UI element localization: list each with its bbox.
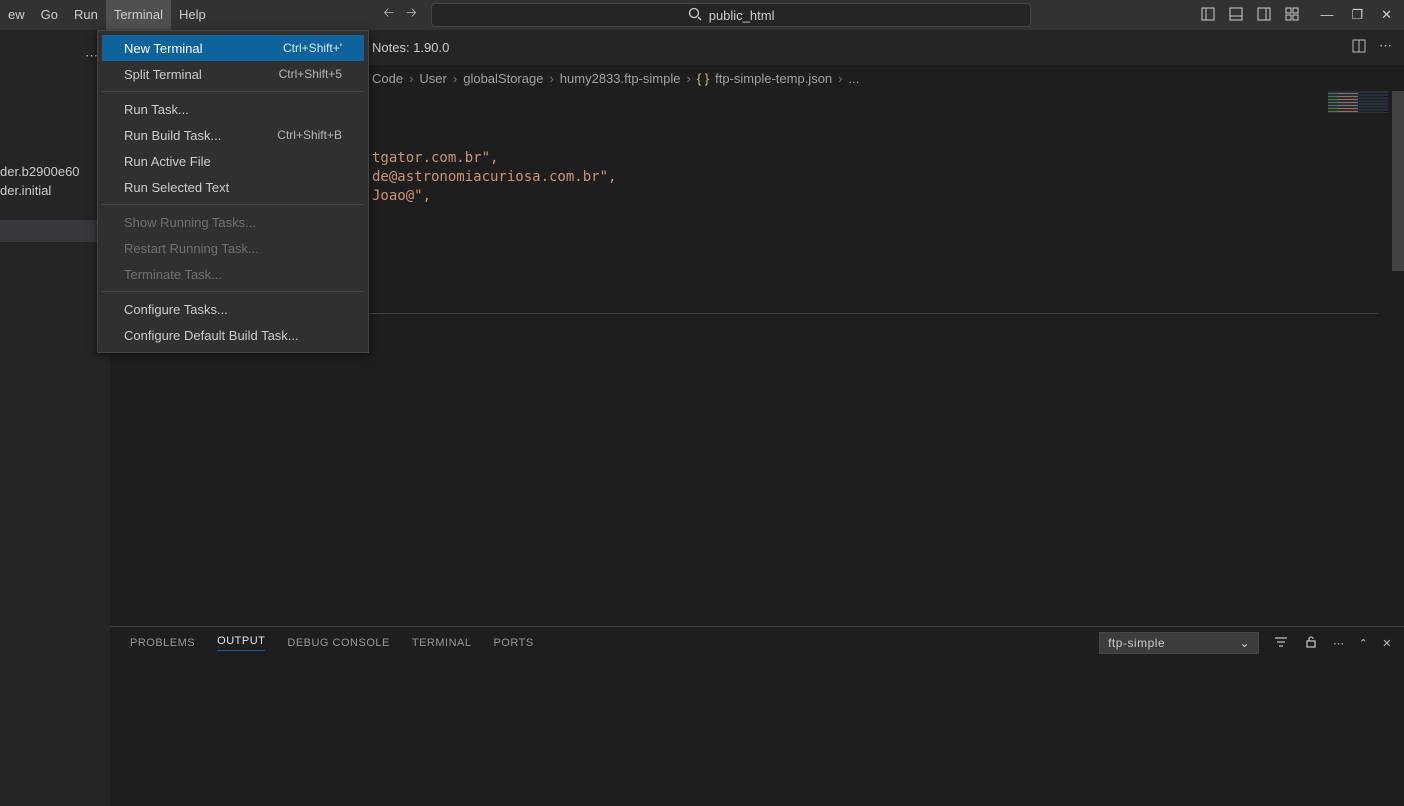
filter-icon[interactable] xyxy=(1273,634,1289,653)
sidebar-item[interactable]: der.b2900e60 xyxy=(0,162,110,181)
breadcrumb-segment[interactable]: ftp-simple-temp.json xyxy=(715,71,832,86)
search-text: public_html xyxy=(709,8,775,23)
menu-item-label: Show Running Tasks... xyxy=(124,215,256,230)
panel-tab-output[interactable]: OUTPUT xyxy=(217,635,265,651)
sidebar-item[interactable]: der.initial xyxy=(0,181,110,200)
menu-go[interactable]: Go xyxy=(33,0,66,30)
menu-item-label: New Terminal xyxy=(124,41,203,56)
breadcrumb-separator: › xyxy=(838,71,842,86)
minimap[interactable] xyxy=(1328,91,1388,113)
code-line: de@astronomiacuriosa.com.br", xyxy=(372,168,616,187)
menu-item-show-running-tasks: Show Running Tasks... xyxy=(102,209,364,235)
code-line: Joao@", xyxy=(372,187,616,206)
panel-tab-debug-console[interactable]: DEBUG CONSOLE xyxy=(287,637,389,649)
chevron-down-icon: ⌄ xyxy=(1240,636,1251,650)
close-icon[interactable]: ✕ xyxy=(1381,7,1392,23)
breadcrumb-segment[interactable]: humy2833.ftp-simple xyxy=(560,71,681,86)
menu-item-shortcut: Ctrl+Shift+' xyxy=(283,41,342,55)
menu-item-label: Restart Running Task... xyxy=(124,241,259,256)
breadcrumb-segment[interactable]: Code xyxy=(372,71,403,86)
nav-back-icon[interactable]: 🡠 xyxy=(384,4,395,26)
output-channel-select[interactable]: ftp-simple ⌄ xyxy=(1099,632,1259,654)
menu-item-run-active-file[interactable]: Run Active File xyxy=(102,148,364,174)
terminal-menu-dropdown: New Terminal Ctrl+Shift+' Split Terminal Ct… xyxy=(97,30,369,353)
menu-item-label: Run Build Task... xyxy=(124,128,221,143)
menu-item-configure-tasks[interactable]: Configure Tasks... xyxy=(102,296,364,322)
menu-item-label: Split Terminal xyxy=(124,67,202,82)
panel-close-icon[interactable]: ✕ xyxy=(1382,637,1392,650)
panel-tab-problems[interactable]: PROBLEMS xyxy=(130,637,195,649)
search-box[interactable]: public_html xyxy=(431,3,1031,27)
code-line: tgator.com.br", xyxy=(372,149,616,168)
menu-item-run-task[interactable]: Run Task... xyxy=(102,96,364,122)
breadcrumb-separator: › xyxy=(549,71,553,86)
output-channel-value: ftp-simple xyxy=(1108,636,1165,650)
lock-icon[interactable] xyxy=(1303,634,1319,653)
menu-item-label: Run Task... xyxy=(124,102,189,117)
search-icon xyxy=(687,6,703,25)
breadcrumb-segment[interactable]: ... xyxy=(849,71,860,86)
menu-ew[interactable]: ew xyxy=(0,0,33,30)
menu-help[interactable]: Help xyxy=(171,0,214,30)
menu-item-configure-default-build-task[interactable]: Configure Default Build Task... xyxy=(102,322,364,348)
menu-run[interactable]: Run xyxy=(66,0,106,30)
menu-item-new-terminal[interactable]: New Terminal Ctrl+Shift+' xyxy=(102,35,364,61)
customize-layout-icon[interactable] xyxy=(1284,6,1300,25)
nav-forward-icon[interactable]: 🡢 xyxy=(406,4,417,26)
menu-item-split-terminal[interactable]: Split Terminal Ctrl+Shift+5 xyxy=(102,61,364,87)
menu-terminal[interactable]: Terminal xyxy=(106,0,171,30)
breadcrumb-separator: › xyxy=(409,71,413,86)
menu-separator xyxy=(102,91,364,92)
editor-separator xyxy=(238,313,1378,314)
panel-tab-terminal[interactable]: TERMINAL xyxy=(412,637,472,649)
breadcrumb-segment[interactable]: globalStorage xyxy=(463,71,543,86)
breadcrumb-segment[interactable]: User xyxy=(419,71,446,86)
panel-maximize-icon[interactable]: ⌃ xyxy=(1359,637,1369,650)
minimize-icon[interactable]: ― xyxy=(1320,7,1333,23)
maximize-icon[interactable]: ❐ xyxy=(1351,7,1363,23)
menu-item-label: Run Active File xyxy=(124,154,211,169)
menu-item-label: Run Selected Text xyxy=(124,180,229,195)
panel-more-icon[interactable]: ⋯ xyxy=(1333,637,1345,650)
panel-tab-ports[interactable]: PORTS xyxy=(493,637,533,649)
menu-item-shortcut: Ctrl+Shift+5 xyxy=(279,67,342,81)
menu-item-terminate-task: Terminate Task... xyxy=(102,261,364,287)
menu-item-label: Configure Tasks... xyxy=(124,302,228,317)
more-actions-icon[interactable]: ⋯ xyxy=(1379,38,1392,57)
breadcrumb-separator: › xyxy=(453,71,457,86)
breadcrumb-separator: › xyxy=(686,71,690,86)
menu-item-run-build-task[interactable]: Run Build Task... Ctrl+Shift+B xyxy=(102,122,364,148)
menu-item-restart-running-task: Restart Running Task... xyxy=(102,235,364,261)
layout-secondary-icon[interactable] xyxy=(1256,6,1272,25)
json-file-icon: { } xyxy=(697,71,709,86)
menu-separator xyxy=(102,204,364,205)
scrollbar[interactable] xyxy=(1392,91,1404,271)
menu-item-run-selected-text[interactable]: Run Selected Text xyxy=(102,174,364,200)
menu-separator xyxy=(102,291,364,292)
layout-primary-icon[interactable] xyxy=(1200,6,1216,25)
menu-item-label: Terminate Task... xyxy=(124,267,222,282)
split-editor-icon[interactable] xyxy=(1351,38,1367,57)
sidebar-item-selected[interactable] xyxy=(0,220,110,242)
layout-panel-icon[interactable] xyxy=(1228,6,1244,25)
menu-item-shortcut: Ctrl+Shift+B xyxy=(277,128,342,142)
menu-item-label: Configure Default Build Task... xyxy=(124,328,299,343)
